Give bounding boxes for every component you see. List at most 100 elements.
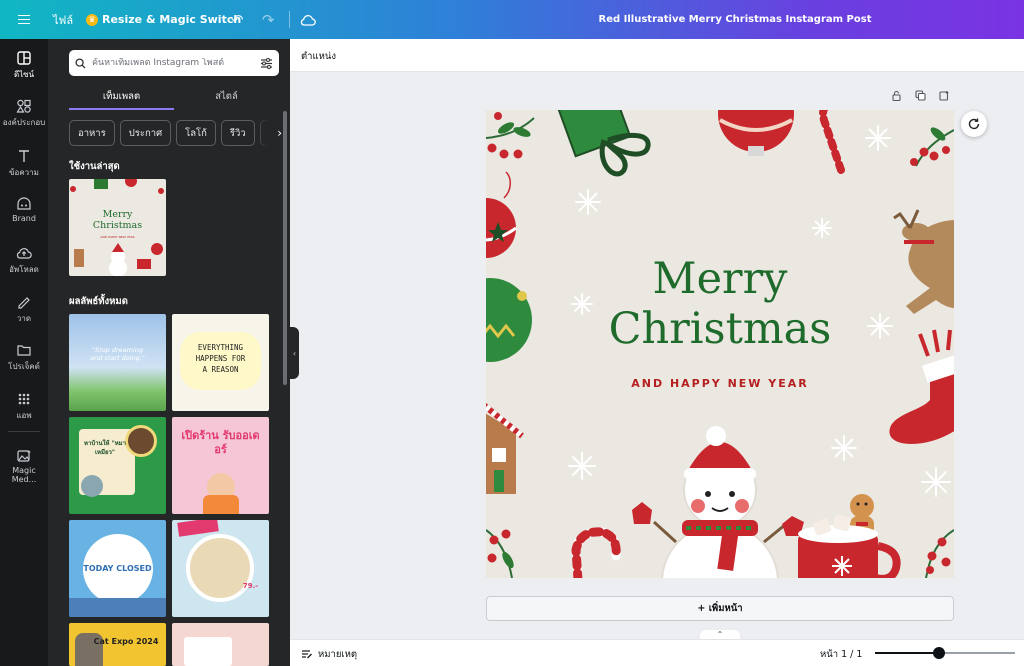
rail-label: อัพโหลด <box>9 265 39 274</box>
search-input[interactable] <box>92 58 260 68</box>
tab-templates[interactable]: เท็มเพลต <box>69 86 174 110</box>
template-thumb[interactable]: "Stop dreaming and start doing." <box>69 314 166 411</box>
chip-announcement[interactable]: ประกาศ <box>119 120 172 146</box>
design-subtitle[interactable]: AND HAPPY NEW YEAR <box>486 377 954 390</box>
chevron-right-icon[interactable]: › <box>256 120 282 146</box>
document-title[interactable]: Red Illustrative Merry Christmas Instagr… <box>560 0 910 39</box>
rail-label: Magic Med... <box>11 466 37 484</box>
top-bar: ไฟล์ ♛ Resize & Magic Switch ↶ ↷ Red Ill… <box>0 0 1024 39</box>
toolbar-divider <box>289 11 290 28</box>
rail-item-elements[interactable]: องค์ประกอบ <box>0 99 48 129</box>
thumb-text: TODAY CLOSED <box>83 564 152 573</box>
rail-item-draw[interactable]: วาด <box>0 295 48 325</box>
resize-magic-switch-button[interactable]: ♛ Resize & Magic Switch <box>86 0 241 39</box>
rail-item-magic-media[interactable]: Magic Med... <box>0 449 48 484</box>
notes-label: หมายเหตุ <box>318 649 358 660</box>
position-button[interactable]: ตำแหน่ง <box>301 49 336 64</box>
brand-icon <box>17 197 31 210</box>
add-page-button[interactable]: + เพิ่มหน้า <box>486 596 954 621</box>
rail-item-upload[interactable]: อัพโหลด <box>0 246 48 276</box>
notes-icon <box>302 650 312 659</box>
add-page-icon[interactable] <box>939 90 950 104</box>
draw-icon <box>18 297 30 309</box>
red-ornament-top <box>718 110 794 156</box>
collapse-panel-handle[interactable]: ‹ <box>290 327 299 379</box>
gingerbread-house-left <box>486 402 524 494</box>
elements-icon <box>16 99 31 113</box>
rail-item-apps[interactable]: แอพ <box>0 392 48 422</box>
apps-icon <box>18 393 30 405</box>
zoom-slider-handle[interactable] <box>933 647 946 659</box>
rail-label: โปรเจ็คต์ <box>8 362 40 371</box>
template-thumb[interactable]: เปิดร้าน รับออเดอร์ <box>172 417 269 514</box>
design-canvas[interactable]: Merry Christmas AND HAPPY NEW YEAR <box>486 110 954 578</box>
rail-item-projects[interactable]: โปรเจ็คต์ <box>0 343 48 373</box>
holly-sprig-bottom-right <box>925 529 954 578</box>
recent-thumb-line1: Merry <box>102 209 133 220</box>
template-thumb[interactable]: TODAY CLOSED <box>69 520 166 617</box>
snowman <box>632 426 804 578</box>
recent-thumb-line2: Christmas <box>92 220 143 231</box>
search-icon <box>75 57 86 68</box>
context-toolbar: ตำแหน่ง <box>290 39 1024 72</box>
thumb-text: Cat Expo 2024 <box>93 637 159 646</box>
template-panel: เท็มเพลต สไตล์ อาหาร ประกาศ โลโก้ รีวิว … <box>48 39 290 666</box>
upload-icon <box>16 248 32 259</box>
red-mug <box>798 514 901 578</box>
panel-tabs: เท็มเพลต สไตล์ <box>69 86 279 110</box>
duplicate-page-icon[interactable] <box>915 90 926 104</box>
zoom-slider-fill <box>875 652 940 654</box>
chip-food[interactable]: อาหาร <box>69 120 115 146</box>
refresh-comment-icon[interactable] <box>961 111 987 137</box>
magic-media-icon <box>17 450 31 462</box>
rail-item-text[interactable]: ข้อความ <box>0 149 48 179</box>
lock-icon[interactable] <box>891 90 902 104</box>
recent-title: ใช้งานล่าสุด <box>69 161 120 172</box>
chip-logo[interactable]: โลโก้ <box>176 120 216 146</box>
rail-label: แอพ <box>16 411 32 420</box>
category-chips: อาหาร ประกาศ โลโก้ รีวิว สิ <box>69 120 279 146</box>
notes-button[interactable]: หมายเหตุ <box>301 647 357 662</box>
rail-item-design[interactable]: ดีไซน์ <box>0 45 48 87</box>
thumb-text: 79.- <box>242 582 259 590</box>
tab-styles[interactable]: สไตล์ <box>174 86 279 110</box>
crown-icon: ♛ <box>86 13 98 26</box>
thumb-text: หาบ้านให้ "หมาเหมียว" <box>84 440 126 456</box>
design-title-line1[interactable]: Merry <box>486 256 954 303</box>
template-thumb[interactable]: 79.- <box>172 520 269 617</box>
template-thumb[interactable]: Cat Expo 2024 <box>69 623 166 666</box>
left-rail: ดีไซน์ องค์ประกอบ ข้อความ Brand อัพโหลด … <box>0 39 48 666</box>
search-box[interactable] <box>69 50 279 76</box>
undo-icon[interactable]: ↶ <box>231 0 244 39</box>
resize-label: Resize & Magic Switch <box>102 13 242 26</box>
design-title-line2[interactable]: Christmas <box>486 306 954 353</box>
thumb-text: เปิดร้าน รับออเดอร์ <box>181 429 260 456</box>
file-menu-button[interactable]: ไฟล์ <box>53 0 73 39</box>
template-thumb[interactable] <box>172 623 269 666</box>
thumb-text: EVERYTHING HAPPENS FOR A REASON <box>195 343 246 374</box>
candy-cane-bottom <box>571 527 621 578</box>
template-thumb[interactable]: EVERYTHING HAPPENS FOR A REASON <box>172 314 269 411</box>
rail-item-brand[interactable]: Brand <box>0 197 48 223</box>
cloud-save-icon[interactable] <box>300 0 316 39</box>
recent-thumb-line3: AND HAPPY NEW YEAR <box>100 235 135 239</box>
all-results-title: ผลลัพธ์ทั้งหมด <box>69 296 128 307</box>
design-icon <box>17 51 31 65</box>
bottom-bar: หมายเหตุ หน้า 1 / 1 <box>290 639 1024 666</box>
rail-label: วาด <box>16 314 32 323</box>
template-thumb[interactable]: หาบ้านให้ "หมาเหมียว" <box>69 417 166 514</box>
redo-icon[interactable]: ↷ <box>262 0 275 39</box>
page-indicator[interactable]: หน้า 1 / 1 <box>820 647 862 662</box>
green-gift-box <box>554 110 651 177</box>
recent-template-thumb[interactable]: Merry Christmas AND HAPPY NEW YEAR <box>69 179 166 276</box>
menu-icon[interactable] <box>18 0 32 39</box>
thumb-text: "Stop dreaming and start doing." <box>90 346 145 362</box>
rail-label: ข้อความ <box>9 168 39 177</box>
rail-divider <box>8 431 40 432</box>
filter-icon[interactable] <box>260 57 273 69</box>
text-icon <box>19 150 29 162</box>
chip-review[interactable]: รีวิว <box>220 120 255 146</box>
red-ornament-left <box>486 171 517 258</box>
panel-scrollbar[interactable] <box>283 111 287 385</box>
rail-label: Brand <box>12 214 36 223</box>
